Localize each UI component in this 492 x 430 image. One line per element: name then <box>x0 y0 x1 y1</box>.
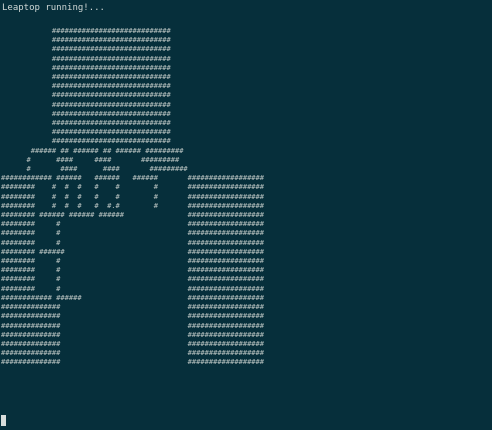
terminal-window[interactable]: Leaptop running!... ####################… <box>0 0 492 430</box>
terminal-status-text: Leaptop running!... <box>2 3 105 13</box>
ascii-art-output: ############################ ###########… <box>1 26 265 367</box>
text-cursor <box>1 415 6 426</box>
